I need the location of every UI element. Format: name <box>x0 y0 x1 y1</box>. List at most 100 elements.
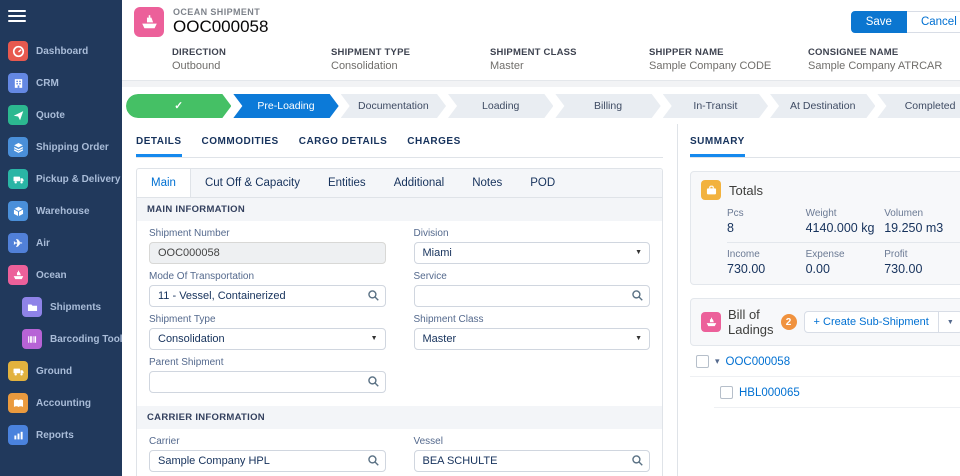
tab-details[interactable]: DETAILS <box>136 136 182 157</box>
bill-of-ladings-card: Bill of Ladings 2 + Create Sub-Shipment … <box>690 298 960 346</box>
sidebar-item-air[interactable]: ✈ Air <box>0 228 122 258</box>
sidebar-item-crm[interactable]: CRM <box>0 68 122 98</box>
sidebar: Dashboard CRM Quote Shipping Order Picku… <box>0 0 122 476</box>
path-step-complete[interactable]: ✓ <box>126 94 231 118</box>
path-step-billing[interactable]: Billing <box>555 94 660 118</box>
path-step-loading[interactable]: Loading <box>448 94 553 118</box>
tab-commodities[interactable]: COMMODITIES <box>202 136 279 157</box>
subtab-cutoff-capacity[interactable]: Cut Off & Capacity <box>191 169 314 197</box>
division-select[interactable]: Miami <box>414 242 651 264</box>
ocean-shipment-icon <box>134 7 164 37</box>
sidebar-item-label: Ground <box>36 366 72 377</box>
field-division: Division Miami ▼ <box>414 228 651 264</box>
detail-pane: DETAILS COMMODITIES CARGO DETAILS CHARGE… <box>122 124 678 476</box>
sidebar-item-reports[interactable]: Reports <box>0 420 122 450</box>
stat-expense: Expense 0.00 <box>806 249 885 276</box>
hbl-link[interactable]: HBL000065 <box>739 387 800 399</box>
sidebar-item-shipments[interactable]: Shipments <box>0 292 122 322</box>
subtab-main[interactable]: Main <box>137 169 191 197</box>
row-checkbox[interactable] <box>720 386 733 399</box>
bill-of-ladings-ship-icon <box>701 312 721 332</box>
chevron-down-icon[interactable]: ▾ <box>715 357 720 366</box>
cancel-button[interactable]: Cancel <box>907 11 960 33</box>
section-carrier-information: CARRIER INFORMATION <box>137 406 662 429</box>
details-card: Main Cut Off & Capacity Entities Additio… <box>136 168 663 476</box>
reports-chart-icon <box>8 425 28 445</box>
path-step-in-transit[interactable]: In-Transit <box>663 94 768 118</box>
hamburger-menu-icon[interactable] <box>8 10 26 22</box>
sidebar-item-label: Barcoding Tools <box>50 334 122 345</box>
totals-title: Totals <box>729 183 763 198</box>
totals-briefcase-icon <box>701 180 721 200</box>
plus-icon: + <box>814 316 820 328</box>
sidebar-item-label: Accounting <box>36 398 91 409</box>
check-icon: ✓ <box>174 100 183 112</box>
shipment-class-select[interactable]: Master <box>414 328 651 350</box>
quote-icon <box>8 105 28 125</box>
shipment-type-select[interactable]: Consolidation <box>149 328 386 350</box>
field-shipment-type: Shipment Type Consolidation ▼ <box>149 314 386 350</box>
sidebar-item-ground[interactable]: Ground <box>0 356 122 386</box>
crm-icon <box>8 73 28 93</box>
save-button[interactable]: Save <box>851 11 907 33</box>
shipment-number-input[interactable] <box>149 242 386 264</box>
sidebar-item-ocean[interactable]: Ocean <box>0 260 122 290</box>
record-header: OCEAN SHIPMENT OOC000058 Save Cancel DIR… <box>122 0 960 81</box>
create-sub-shipment-menu-button[interactable]: ▼ <box>939 311 960 333</box>
path-step-completed[interactable]: Completed <box>877 94 960 118</box>
field-consignee-name: CONSIGNEE NAME Sample Company ATRCAR <box>808 47 960 72</box>
sidebar-item-label: Pickup & Delivery <box>36 174 120 185</box>
sidebar-item-shipping-order[interactable]: Shipping Order <box>0 132 122 162</box>
subtab-pod[interactable]: POD <box>516 169 569 197</box>
dashboard-icon <box>8 41 28 61</box>
subtab-notes[interactable]: Notes <box>458 169 516 197</box>
sidebar-item-dashboard[interactable]: Dashboard <box>0 36 122 66</box>
shipments-folder-icon <box>22 297 42 317</box>
air-plane-icon: ✈ <box>8 233 28 253</box>
shipment-link[interactable]: OOC000058 <box>726 356 791 368</box>
sidebar-item-accounting[interactable]: Accounting <box>0 388 122 418</box>
tab-charges[interactable]: CHARGES <box>407 136 461 157</box>
page-title: OOC000058 <box>173 17 268 37</box>
sidebar-item-quote[interactable]: Quote <box>0 100 122 130</box>
field-shipper-name: SHIPPER NAME Sample Company CODE <box>649 47 808 72</box>
path-step-pre-loading[interactable]: Pre-Loading <box>233 94 338 118</box>
subtab-additional[interactable]: Additional <box>380 169 459 197</box>
field-vessel: Vessel <box>414 436 651 472</box>
main-region: OCEAN SHIPMENT OOC000058 Save Cancel DIR… <box>122 0 960 476</box>
mode-of-transportation-input[interactable] <box>149 285 386 307</box>
bol-tree-row-child: HBL000065 <box>714 377 960 408</box>
object-label: OCEAN SHIPMENT <box>173 7 268 17</box>
sidebar-item-pickup-delivery[interactable]: Pickup & Delivery <box>0 164 122 194</box>
pickup-delivery-truck-icon <box>8 169 28 189</box>
create-sub-shipment-button[interactable]: + Create Sub-Shipment <box>804 311 939 333</box>
highlight-fields: DIRECTION Outbound SHIPMENT TYPE Consoli… <box>172 47 960 72</box>
row-checkbox[interactable] <box>696 355 709 368</box>
tab-cargo-details[interactable]: CARGO DETAILS <box>299 136 388 157</box>
carrier-input[interactable] <box>149 450 386 472</box>
caret-down-icon: ▼ <box>947 319 954 326</box>
accounting-book-icon <box>8 393 28 413</box>
stat-pcs: Pcs 8 <box>727 208 806 235</box>
subtab-entities[interactable]: Entities <box>314 169 380 197</box>
stat-income: Income 730.00 <box>727 249 806 276</box>
stat-volumen: Volumen 19.250 m3 <box>884 208 960 235</box>
sidebar-item-label: Shipping Order <box>36 142 109 153</box>
tab-summary[interactable]: SUMMARY <box>690 136 745 157</box>
service-input[interactable] <box>414 285 651 307</box>
path-step-documentation[interactable]: Documentation <box>341 94 446 118</box>
progress-path: ✓ Pre-Loading Documentation Loading Bill… <box>122 87 960 124</box>
sidebar-item-warehouse[interactable]: Warehouse <box>0 196 122 226</box>
vessel-input[interactable] <box>414 450 651 472</box>
warehouse-box-icon <box>8 201 28 221</box>
sub-tabs: Main Cut Off & Capacity Entities Additio… <box>137 169 662 198</box>
path-step-at-destination[interactable]: At Destination <box>770 94 875 118</box>
summary-tabs: SUMMARY <box>690 124 960 158</box>
content-card: ✓ Pre-Loading Documentation Loading Bill… <box>122 87 960 476</box>
sidebar-item-label: Air <box>36 238 50 249</box>
parent-shipment-input[interactable] <box>149 371 386 393</box>
main-tabs: DETAILS COMMODITIES CARGO DETAILS CHARGE… <box>136 124 663 158</box>
sidebar-item-barcoding-tools[interactable]: Barcoding Tools <box>0 324 122 354</box>
barcode-icon <box>22 329 42 349</box>
shipping-order-icon <box>8 137 28 157</box>
